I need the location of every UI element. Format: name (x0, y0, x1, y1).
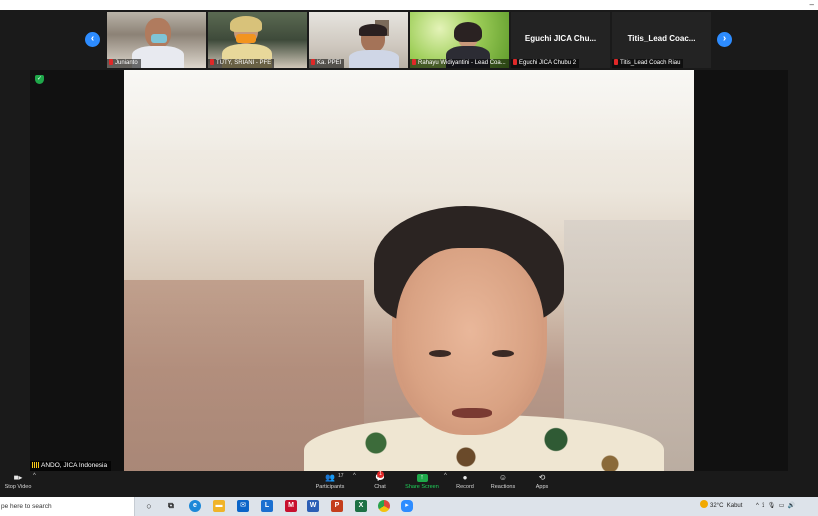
next-page-button[interactable]: › (717, 32, 732, 47)
windows-taskbar: pe here to search ○ ⧉ e ▬ ✉ L M W P X ▸ … (0, 497, 818, 516)
record-button[interactable]: ● Record (453, 473, 477, 491)
minimize-button[interactable]: – (810, 1, 814, 9)
system-tray: ^ ⟟ 🎙 ▭ 🔊 (756, 497, 795, 516)
participant-name-tag: Junianto (107, 59, 141, 68)
mic-muted-icon (210, 59, 214, 65)
reactions-button[interactable]: ☺ Reactions (489, 473, 517, 491)
chrome-icon[interactable] (378, 500, 390, 512)
thumbnail-strip: ‹ Junianto TUTY, SRIANI - PFE Ka. PPEI R… (0, 10, 818, 70)
participant-name-tag: Eguchi JICA Chubu 2 (511, 59, 580, 68)
participants-icon: 👥 (325, 473, 335, 482)
weather-sun-icon (700, 500, 708, 508)
participant-display-name: Eguchi JICA Chu... (524, 34, 597, 43)
mcafee-icon[interactable]: M (285, 500, 297, 512)
mic-muted-icon (513, 59, 517, 65)
share-screen-button[interactable]: ↑ Share Screen (403, 474, 441, 490)
excel-icon[interactable]: X (355, 500, 367, 512)
weather-widget[interactable]: 32°C Kabut (700, 497, 742, 516)
participant-name-tag: Titis_Lead Coach Riau (612, 59, 684, 68)
zoom-app-icon[interactable]: ▸ (401, 500, 413, 512)
store-icon[interactable]: L (261, 500, 273, 512)
participant-name-tag: Rahayu Widiyantini - Lead Coa... (410, 59, 509, 68)
participant-thumbnail[interactable]: Junianto (107, 12, 206, 68)
share-options-caret[interactable]: ^ (444, 473, 447, 479)
apps-button[interactable]: ⟲ Apps (531, 473, 553, 491)
stop-video-button[interactable]: ■▸ Stop Video (2, 473, 34, 491)
zoom-meeting-window: – ‹ Junianto TUTY, SRIANI - PFE Ka. PPEI (0, 0, 818, 516)
speaker-name-tag: ANDO, JICA Indonesia (30, 461, 112, 471)
mic-muted-icon (109, 59, 113, 65)
taskbar-search-box[interactable]: pe here to search (0, 497, 135, 516)
participant-thumbnail[interactable]: Rahayu Widiyantini - Lead Coa... (410, 12, 509, 68)
title-bar: – (0, 0, 818, 10)
mic-muted-icon (311, 59, 315, 65)
video-camera-icon: ■▸ (13, 473, 23, 482)
signal-bars-icon (32, 462, 39, 468)
participant-display-name: Titis_Lead Coac... (627, 34, 696, 43)
tray-overflow-icon[interactable]: ^ (756, 503, 759, 509)
powerpoint-icon[interactable]: P (331, 500, 343, 512)
task-view-icon[interactable]: ⧉ (165, 500, 177, 512)
participant-thumbnail[interactable]: Eguchi JICA Chu... Eguchi JICA Chubu 2 (511, 12, 610, 68)
meeting-controls-bar: ■▸ Stop Video ^ 👥 17 Participants ^ 💬 1 … (0, 471, 818, 497)
cortana-icon[interactable]: ○ (143, 500, 155, 512)
mic-muted-icon (614, 59, 618, 65)
monitor-icon[interactable]: ▭ (779, 503, 785, 509)
chat-unread-badge: 1 (377, 471, 384, 478)
word-icon[interactable]: W (307, 500, 319, 512)
edge-browser-icon[interactable]: e (189, 500, 201, 512)
file-explorer-icon[interactable]: ▬ (213, 500, 225, 512)
microphone-icon[interactable]: 🎙 (768, 503, 776, 509)
active-speaker-stage: ✓ ANDO, JICA Indonesia (30, 70, 788, 471)
participant-name-tag: Ka. PPEI (309, 59, 345, 68)
mail-icon[interactable]: ✉ (237, 500, 249, 512)
network-icon[interactable]: ⟟ (762, 503, 764, 509)
share-screen-icon: ↑ (416, 474, 428, 482)
participant-thumbnail[interactable]: TUTY, SRIANI - PFE (208, 12, 307, 68)
volume-icon[interactable]: 🔊 (788, 503, 795, 509)
apps-icon: ⟲ (538, 473, 546, 482)
participants-button[interactable]: 👥 17 Participants (312, 473, 348, 490)
chat-button[interactable]: 💬 1 Chat (369, 471, 391, 490)
previous-page-button[interactable]: ‹ (85, 32, 100, 47)
participant-name-tag: TUTY, SRIANI - PFE (208, 59, 275, 68)
record-icon: ● (462, 473, 468, 482)
participants-options-caret[interactable]: ^ (353, 473, 356, 479)
video-options-caret[interactable]: ^ (33, 473, 36, 479)
speaker-video (124, 70, 694, 471)
security-shield-icon[interactable]: ✓ (35, 75, 44, 84)
participant-thumbnail[interactable]: Ka. PPEI (309, 12, 408, 68)
mic-muted-icon (412, 59, 416, 65)
reactions-icon: ☺ (498, 473, 508, 482)
participant-thumbnail[interactable]: Titis_Lead Coac... Titis_Lead Coach Riau (612, 12, 711, 68)
